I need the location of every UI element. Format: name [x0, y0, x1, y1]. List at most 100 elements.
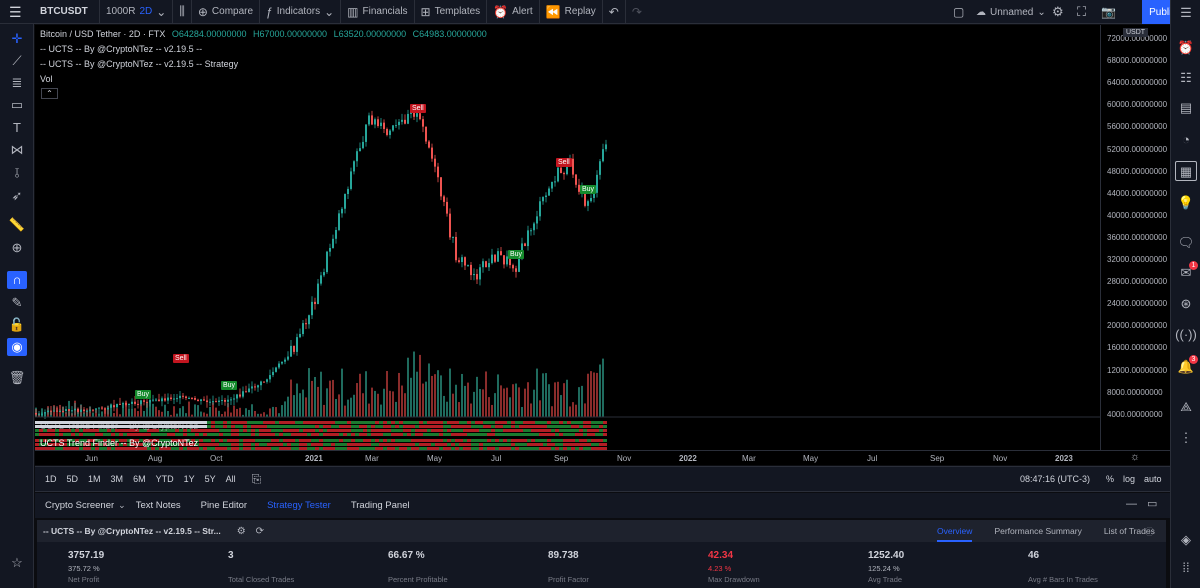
clock-time[interactable]: 08:47:16 (UTC-3) [1020, 474, 1090, 484]
broadcast-icon[interactable]: ((·)) [1175, 325, 1197, 345]
percent-toggle[interactable]: % [1106, 474, 1114, 484]
indicators-button[interactable]: ƒ Indicators ⌄ [260, 0, 342, 24]
gear-icon[interactable]: ⚙ [237, 526, 246, 537]
financials-button[interactable]: ▥ Financials [341, 0, 415, 24]
chevron-down-icon[interactable]: ⌄ [118, 500, 126, 511]
panel-tab-trading-panel[interactable]: Trading Panel [341, 493, 420, 518]
trend-finder-cell [203, 439, 207, 442]
interval-selector[interactable]: 1000R 2D ⌄ [100, 0, 174, 24]
range-all-button[interactable]: All [226, 474, 236, 484]
chart-type-button[interactable]: ⫼ [173, 0, 192, 24]
watchlist-icon[interactable]: ☷ [1175, 68, 1197, 88]
price-label: 16000.00000000 [1107, 343, 1168, 353]
ideas-bulb-icon[interactable]: 💡 [1175, 193, 1197, 213]
trend-chart-icon[interactable]: ⟁ [1175, 397, 1197, 417]
range-1d-button[interactable]: 1D [45, 474, 57, 484]
replay-button[interactable]: ⏪ Replay [540, 0, 603, 24]
menu-icon[interactable]: ☰ [9, 4, 22, 21]
maximize-icon[interactable]: ▭ [1147, 497, 1157, 510]
hide-drawings-icon[interactable]: ◉ [7, 338, 27, 356]
legend-indicator-2[interactable]: -- UCTS -- By @CryptoNTez -- v2.19.5 -- … [40, 59, 238, 69]
news-icon[interactable]: ▤ [1175, 98, 1197, 118]
prediction-icon[interactable]: ⫱ [7, 164, 27, 182]
undo-button[interactable]: ↶ [603, 0, 626, 24]
calendar-range-icon[interactable]: ⎘ [252, 472, 262, 487]
compare-button[interactable]: ⊕ Compare [192, 0, 261, 24]
range-1y-button[interactable]: 1Y [184, 474, 195, 484]
trend-finder-cell [451, 421, 455, 424]
candle-body [476, 274, 478, 280]
fullscreen-toggle-button[interactable]: ▢ [953, 0, 964, 24]
trend-finder-cell [471, 433, 475, 436]
messages-icon[interactable]: ✉ 1 [1175, 261, 1198, 283]
candle-body [398, 121, 400, 126]
chat-icon[interactable]: 🗨 [1175, 233, 1197, 253]
panel-tab-crypto-screener[interactable]: Crypto Screener [35, 493, 124, 518]
redo-button[interactable]: ↷ [626, 0, 648, 24]
hierarchy-icon[interactable]: ⋮ [1175, 428, 1197, 448]
collapse-legend-button[interactable]: ⌃ [41, 88, 58, 99]
panel-tab-text-notes[interactable]: Text Notes [126, 493, 191, 518]
volume-bar [239, 407, 241, 417]
metric-percent [548, 564, 698, 573]
crosshair-icon[interactable]: ✛ [7, 30, 27, 48]
panel-tab-strategy-tester[interactable]: Strategy Tester [257, 493, 341, 518]
notification-bell-icon[interactable]: 🔔 3 [1175, 355, 1198, 377]
minimize-icon[interactable]: — [1126, 498, 1137, 510]
trend-line-icon[interactable]: ⟋ [7, 52, 27, 70]
volume-bar [161, 411, 163, 417]
volume-bar [431, 375, 433, 417]
settings-sun-icon[interactable]: ☼ [1130, 451, 1140, 463]
fullscreen-button[interactable]: ⛶ [1077, 0, 1086, 24]
alert-button[interactable]: ⏰ Alert [487, 0, 540, 24]
trend-finder-cell [511, 425, 515, 428]
calendar-icon[interactable]: ▦ [1175, 161, 1197, 181]
range-6m-button[interactable]: 6M [133, 474, 146, 484]
rectangle-icon[interactable]: ▭ [7, 96, 27, 114]
rocket-icon[interactable]: ➶ [7, 187, 27, 205]
layers-icon[interactable]: ◈ [1175, 530, 1197, 550]
range-5d-button[interactable]: 5D [67, 474, 79, 484]
magnet-icon[interactable]: ∩ [7, 271, 27, 289]
help-icon[interactable]: ⓘ [1145, 525, 1154, 538]
ruler-icon[interactable]: 📏 [7, 216, 27, 234]
templates-button[interactable]: ⊞ Templates [415, 0, 488, 24]
zoom-in-icon[interactable]: ⊕ [7, 239, 27, 257]
snapshot-button[interactable]: 📷 [1101, 0, 1116, 24]
star-icon[interactable]: ☆ [7, 554, 27, 572]
trend-finder-cell [571, 439, 575, 442]
stay-in-drawing-icon[interactable]: ✎ [7, 294, 27, 312]
pattern-icon[interactable]: ⋈ [7, 141, 27, 159]
sub-tab-overview[interactable]: Overview [937, 520, 973, 542]
range-5y-button[interactable]: 5Y [205, 474, 216, 484]
hotlist-icon[interactable]: ◔ [1175, 130, 1197, 150]
grid-icon[interactable]: ⁞⁞ [1175, 558, 1197, 578]
alarm-clock-icon[interactable]: ⏰ [1175, 38, 1197, 58]
menu-icon[interactable]: ☰ [1175, 3, 1197, 23]
legend-indicator-1[interactable]: -- UCTS -- By @CryptoNTez -- v2.19.5 -- [40, 44, 202, 54]
log-toggle[interactable]: log [1123, 474, 1135, 484]
layout-menu[interactable]: ☁ Unnamed ⌄ [976, 0, 1046, 24]
range-3m-button[interactable]: 3M [111, 474, 124, 484]
currency-badge[interactable]: USDT [1123, 28, 1149, 37]
export-icon[interactable]: ⟳ [256, 526, 264, 537]
price-axis[interactable]: 72000.00000000 68000.00000000 64000.000000… [1100, 25, 1170, 465]
sub-tab-performance-summary[interactable]: Performance Summary [994, 520, 1081, 542]
range-ytd-button[interactable]: YTD [156, 474, 174, 484]
symbol-search[interactable]: BTCUSDT [34, 0, 100, 24]
trend-finder-cell [355, 425, 359, 428]
settings-gear-button[interactable]: ⚙ [1052, 0, 1064, 24]
streams-icon[interactable]: ⊛ [1175, 294, 1197, 314]
time-axis[interactable]: Jun Aug Oct 2021 Mar May Jul Sep Nov 2022 Mar May Ju… [35, 450, 1170, 465]
lock-icon[interactable]: 🔓 [7, 316, 27, 334]
text-tool-icon[interactable]: T [7, 119, 27, 137]
legend-indicator-vol[interactable]: Vol [40, 74, 53, 84]
panel-tab-pine-editor[interactable]: Pine Editor [191, 493, 257, 518]
strategy-name[interactable]: -- UCTS -- By @CryptoNTez -- v2.19.5 -- … [43, 526, 221, 536]
range-1m-button[interactable]: 1M [88, 474, 101, 484]
auto-toggle[interactable]: auto [1144, 474, 1162, 484]
trash-icon[interactable]: 🗑 [7, 369, 27, 387]
fib-retracement-icon[interactable]: ≣ [7, 74, 27, 92]
chart-pane[interactable]: Bitcoin / USD Tether · 2D · FTX O64284.0… [35, 25, 1100, 465]
trend-finder-cell [599, 421, 603, 424]
